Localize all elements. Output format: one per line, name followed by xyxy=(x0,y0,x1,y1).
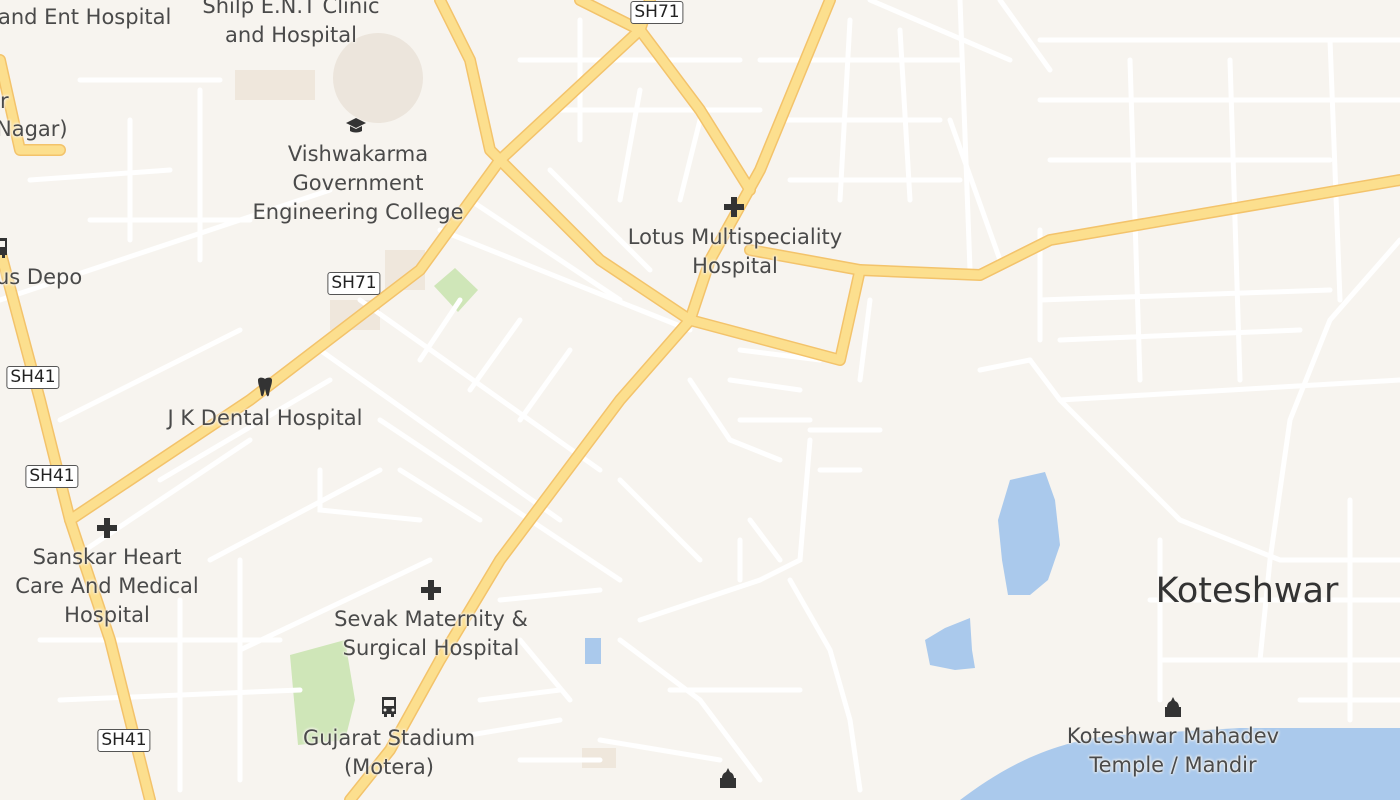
bus-icon[interactable] xyxy=(0,236,12,260)
place-label-lotus[interactable]: Lotus Multispeciality Hospital xyxy=(628,223,842,281)
bus-icon[interactable] xyxy=(377,695,401,719)
place-label-nagar[interactable]: Nagar) xyxy=(0,115,68,144)
place-label-koteshwar-temple[interactable]: Koteshwar Mahadev Temple / Mandir xyxy=(1067,722,1279,780)
hospital-icon[interactable] xyxy=(722,195,746,219)
place-label-r[interactable]: r xyxy=(0,87,9,116)
map-canvas[interactable] xyxy=(0,0,1400,800)
place-label-bus-depo[interactable]: us Depo xyxy=(0,263,82,292)
major-roads xyxy=(0,0,1400,800)
place-label-koteshwar[interactable]: Koteshwar xyxy=(1156,571,1339,611)
building-1 xyxy=(235,70,315,100)
hospital-icon[interactable] xyxy=(95,516,119,540)
road-shield-sh71: SH71 xyxy=(630,1,684,24)
road-shield-sh41: SH41 xyxy=(6,366,60,389)
education-icon[interactable] xyxy=(344,114,368,138)
pond-large xyxy=(998,472,1060,595)
pool xyxy=(585,638,601,664)
place-label-sevak[interactable]: Sevak Maternity & Surgical Hospital xyxy=(334,605,528,663)
place-label-sanskar[interactable]: Sanskar Heart Care And Medical Hospital xyxy=(15,543,198,630)
dentist-icon[interactable] xyxy=(253,375,277,399)
temple-icon[interactable] xyxy=(1161,695,1185,719)
place-label-gujarat-stadium[interactable]: Gujarat Stadium (Motera) xyxy=(303,724,475,782)
temple-icon[interactable] xyxy=(716,766,740,790)
pond-small xyxy=(925,618,975,670)
place-label-jk-dental[interactable]: J K Dental Hospital xyxy=(167,404,362,433)
place-label-shilp-ent[interactable]: Shilp E.N.T Clinic and Hospital xyxy=(202,0,379,50)
place-label-vishwakarma[interactable]: Vishwakarma Government Engineering College xyxy=(252,140,463,227)
hospital-icon[interactable] xyxy=(419,578,443,602)
place-label-ent-hospital[interactable]: and Ent Hospital xyxy=(0,3,171,32)
road-shield-sh41: SH41 xyxy=(25,465,79,488)
road-shield-sh71: SH71 xyxy=(327,272,381,295)
road-shield-sh41: SH41 xyxy=(97,729,151,752)
